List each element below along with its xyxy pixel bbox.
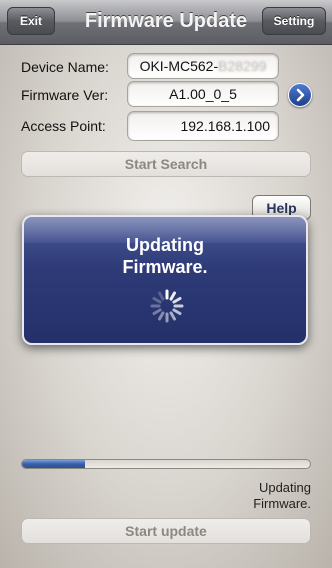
device-name-label: Device Name:: [21, 59, 109, 75]
activity-spinner-icon: [150, 289, 184, 323]
setting-button[interactable]: Setting: [262, 7, 326, 35]
start-search-button[interactable]: Start Search: [21, 151, 311, 177]
alert-message: Updating Firmware.: [122, 235, 208, 277]
start-update-button[interactable]: Start update: [21, 518, 311, 544]
update-status-text: Updating Firmware.: [253, 480, 311, 511]
chevron-right-icon: [296, 88, 305, 102]
updating-alert: Updating Firmware.: [22, 215, 308, 345]
access-point-input[interactable]: 192.168.1.100: [127, 111, 279, 141]
update-progress-bar: [21, 459, 311, 469]
device-name-value: OKI-MC562-: [139, 58, 219, 74]
firmware-detail-button[interactable]: [288, 83, 312, 107]
access-point-value: 192.168.1.100: [180, 118, 270, 134]
firmware-version-field: A1.00_0_5: [127, 81, 279, 107]
device-name-obscured: B28299: [218, 58, 267, 74]
navigation-bar: Exit Firmware Update Setting: [0, 0, 332, 45]
device-name-field: OKI-MC562-B28299: [127, 53, 279, 79]
firmware-version-value: A1.00_0_5: [169, 86, 237, 102]
access-point-label: Access Point:: [21, 118, 106, 134]
firmware-version-label: Firmware Ver:: [21, 87, 109, 103]
progress-fill: [22, 460, 86, 468]
